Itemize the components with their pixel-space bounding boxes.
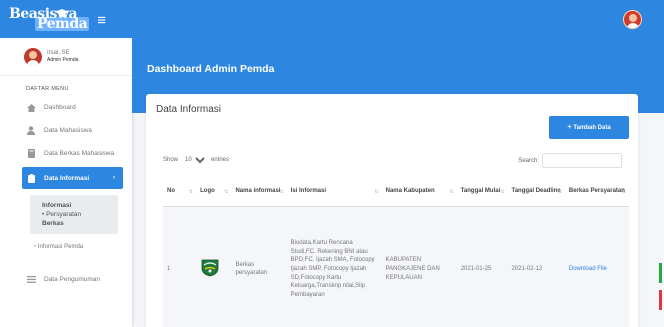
submenu-item-informasi-persyaratan[interactable]: Informasi • Persyaratan Berkas — [30, 195, 118, 234]
column-label: No — [167, 187, 175, 194]
home-icon — [26, 103, 36, 112]
entries-length: Show 10 entries — [163, 156, 229, 164]
column-header-isi-informasi[interactable]: Isi Informasi ⇅ — [286, 176, 382, 207]
list-icon — [26, 275, 36, 284]
submenu-label-line2: Berkas — [42, 220, 64, 227]
avatar — [24, 47, 42, 66]
user-role: Admin Pemda — [47, 57, 79, 63]
column-label: Berkas Persyaratan — [568, 187, 625, 194]
search-label: Search: — [518, 157, 539, 164]
page-title: Dashboard Admin Pemda — [147, 63, 275, 75]
column-label: Isi Informasi — [290, 187, 326, 194]
sort-icon: ⇅ — [188, 189, 194, 195]
sidebar: Beasiswa Pemda ≡ Irsal, SE Admin Pemda D… — [0, 0, 132, 327]
column-header-tanggal-deadline[interactable]: Tanggal Deadline ⇅ — [507, 176, 565, 207]
sidebar-item-dashboard[interactable]: Dashboard — [0, 96, 132, 119]
sidebar-item-data-berkas[interactable]: Data Berkas Mahasiswa — [0, 142, 132, 165]
cell-no: 1 — [163, 206, 197, 327]
show-label: Show — [163, 157, 179, 163]
column-label: Nama Kabupaten — [385, 187, 435, 194]
clipboard-icon — [26, 173, 36, 183]
menu-header: DAFTAR MENU — [26, 86, 69, 92]
cell-tanggal-mulai: 2021-01-25 — [456, 206, 508, 327]
sort-icon: ⇅ — [557, 189, 562, 195]
column-header-tanggal-mulai[interactable]: Tanggal Mulai ⇅ — [456, 176, 508, 207]
column-header-logo[interactable]: Logo ⇅ — [196, 176, 232, 207]
sidebar-item-label: Dashboard — [44, 104, 76, 111]
sidebar-item-data-mahasiswa[interactable]: Data Mahasiswa — [0, 119, 132, 142]
column-label: Tanggal Deadline — [511, 187, 561, 194]
avatar[interactable] — [623, 10, 642, 29]
sidebar-item-label: Data Pengumuman — [44, 276, 101, 283]
search-input[interactable] — [542, 153, 622, 168]
submenu-label-line: • Persyaratan — [42, 211, 82, 218]
submenu-label: Informasi — [42, 202, 72, 209]
column-label: Logo — [200, 187, 215, 194]
user-icon — [26, 126, 36, 135]
submenu-label-line1: Persyaratan — [46, 211, 82, 218]
data-card: Data Informasi + Tambah Data Show 10 ent… — [146, 94, 638, 327]
user-panel: Irsal, SE Admin Pemda — [0, 38, 132, 76]
add-data-button[interactable]: + Tambah Data — [549, 116, 629, 139]
brand-bar: Beasiswa Pemda ≡ — [0, 0, 132, 38]
entries-select[interactable]: 10 — [181, 156, 209, 164]
action-delete-edge[interactable] — [659, 290, 662, 310]
table-row: 1 Berkas persyaratan Biodata,Kartu Renca… — [163, 206, 629, 327]
sidebar-item-data-pengumuman[interactable]: Data Pengumuman — [0, 268, 132, 291]
hamburger-menu-icon[interactable]: ≡ — [97, 12, 106, 29]
cell-logo — [196, 206, 232, 327]
sort-icon: ⇅ — [500, 189, 505, 195]
user-name: Irsal, SE — [47, 50, 70, 56]
graduation-cap-icon — [55, 9, 69, 17]
informasi-table: No ⇅ Logo ⇅ Nama informasi ⇅ Isi Informasi ⇅… — [163, 176, 629, 327]
cell-nama-informasi: Berkas persyaratan — [231, 206, 287, 327]
chevron-left-icon: ‹ — [113, 175, 115, 181]
column-label: Nama informasi — [235, 187, 281, 194]
book-icon — [26, 149, 36, 158]
column-header-berkas-persyaratan[interactable]: Berkas Persyaratan ⇅ — [564, 176, 629, 207]
top-navbar — [132, 0, 664, 38]
brand-logo[interactable]: Beasiswa Pemda — [9, 7, 90, 32]
column-label: Tanggal Mulai — [460, 187, 501, 194]
kabupaten-logo-icon — [201, 260, 219, 277]
submenu-item-informasi-pemda[interactable]: Informasi Pemda — [30, 234, 118, 250]
sidebar-item-label: Data Berkas Mahasiswa — [44, 150, 115, 157]
sidebar-item-data-informasi[interactable]: Data Informasi ‹ — [22, 167, 123, 189]
sort-icon: ⇅ — [279, 189, 284, 195]
column-header-no[interactable]: No ⇅ — [163, 176, 197, 207]
table-header-row: No ⇅ Logo ⇅ Nama informasi ⇅ Isi Informasi ⇅… — [163, 176, 629, 207]
column-header-nama-kabupaten[interactable]: Nama Kabupaten ⇅ — [381, 176, 457, 207]
cell-nama-kabupaten: KABUPATEN PANGKAJENE DAN KEPULAUAN — [381, 206, 457, 327]
cell-berkas-persyaratan: Download File — [564, 206, 629, 327]
sort-icon: ⇅ — [621, 189, 626, 195]
action-edit-edge[interactable] — [659, 263, 662, 283]
cell-tanggal-deadline: 2021-02-12 — [507, 206, 565, 327]
download-file-link[interactable]: Download File — [569, 266, 607, 272]
cell-isi-informasi: Biodata,Kartu Rencana Studi,FC. Rekening… — [286, 206, 382, 327]
entries-label: entries — [211, 157, 230, 163]
card-title: Data Informasi — [156, 104, 222, 115]
submenu: Informasi • Persyaratan Berkas Informasi… — [30, 195, 118, 250]
add-data-label: Tambah Data — [573, 124, 611, 131]
column-header-nama-informasi[interactable]: Nama informasi ⇅ — [231, 176, 287, 207]
sort-icon: ⇅ — [449, 189, 454, 195]
plus-icon: + — [567, 124, 572, 131]
sidebar-item-label: Data Mahasiswa — [44, 127, 93, 134]
sort-icon: ⇅ — [374, 189, 379, 195]
sort-icon: ⇅ — [224, 189, 229, 195]
brand-line2: Pemda — [35, 16, 90, 32]
sidebar-item-label: Data Informasi — [44, 174, 90, 182]
table-search: Search: — [518, 153, 622, 168]
